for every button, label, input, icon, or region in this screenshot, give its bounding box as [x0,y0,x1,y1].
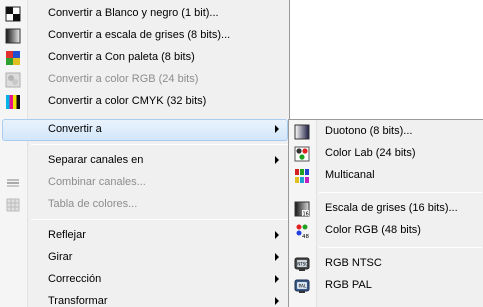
multichannel-icon [294,168,310,184]
submenu-item-rgb-pal[interactable]: PAL RGB PAL [291,275,481,297]
menu-item-palette[interactable]: Convertir a Con paleta (8 bits) [2,47,288,69]
menu-item-black-white[interactable]: Convertir a Blanco y negro (1 bit)... [2,3,288,25]
convert-to-submenu: Duotono (8 bits)... Color Lab (24 bits) [288,119,483,307]
duotone-icon [294,124,310,140]
menu-item-label: Convertir a color RGB (24 bits) [48,73,199,85]
menu-item-label: Girar [48,251,73,263]
submenu-item-label: Color RGB (48 bits) [325,224,421,236]
menu-item-label: Transformar [48,295,108,307]
submenu-arrow-icon [275,275,279,283]
submenu-item-lab-color[interactable]: Color Lab (24 bits) [291,143,481,165]
submenu-item-label: RGB NTSC [325,257,382,269]
menu-item-combine-channels[interactable]: Combinar canales... [2,172,288,194]
submenu-arrow-icon [275,156,279,164]
black-white-icon [5,6,21,22]
submenu-separator [319,247,482,248]
ntsc-icon: NTSC [294,256,310,272]
menu-item-label: Convertir a Con paleta (8 bits) [48,51,195,63]
grayscale-icon [5,28,21,44]
menu-item-label: Convertir a [48,123,102,135]
menu-item-label: Corrección [48,273,102,285]
submenu-item-rgb-ntsc[interactable]: NTSC RGB NTSC [291,253,481,275]
svg-text:16: 16 [303,212,309,218]
screen: Convertir a Blanco y negro (1 bit)... Co… [0,0,483,307]
submenu-item-grayscale-16[interactable]: 16 Escala de grises (16 bits)... [291,198,481,220]
svg-text:PAL: PAL [299,284,308,290]
submenu-item-multichannel[interactable]: Multicanal [291,165,481,187]
menu-item-split-channels[interactable]: Separar canales en [2,150,288,172]
lab-color-icon [294,146,310,162]
rgb-icon [5,72,21,88]
menu-item-label: Convertir a Blanco y negro (1 bit)... [48,7,219,19]
menu-item-mirror[interactable]: Reflejar [2,225,288,247]
submenu-arrow-icon [275,253,279,261]
menu-item-correction[interactable]: Corrección [2,269,288,291]
submenu-item-duotone[interactable]: Duotono (8 bits)... [291,121,481,143]
palette-icon [5,50,21,66]
submenu-item-label: Duotono (8 bits)... [325,125,413,137]
submenu-item-label: RGB PAL [325,279,372,291]
menu-item-color-table[interactable]: Tabla de colores... [2,194,288,216]
rgb-48-icon: 48 [294,223,310,240]
menu-separator [31,219,288,220]
menu-item-grayscale[interactable]: Convertir a escala de grises (8 bits)... [2,25,288,47]
combine-channels-icon [5,175,21,191]
submenu-arrow-icon [275,231,279,239]
menu-item-label: Tabla de colores... [48,198,138,210]
cmyk-icon [5,94,21,110]
menu-item-transform[interactable]: Transformar [2,291,288,307]
menu-item-convert-to[interactable]: Convertir a [2,119,288,141]
menu-item-label: Convertir a color CMYK (32 bits) [48,95,207,107]
menu-item-label: Combinar canales... [48,176,146,188]
menu-separator [31,144,288,145]
menu-item-rgb[interactable]: Convertir a color RGB (24 bits) [2,69,288,91]
color-table-icon [5,197,21,213]
pal-icon: PAL [294,278,310,294]
menu-item-label: Separar canales en [48,154,144,166]
menu-item-label: Reflejar [48,229,86,241]
menu-item-rotate[interactable]: Girar [2,247,288,269]
submenu-separator [319,192,482,193]
menu-item-label: Convertir a escala de grises (8 bits)... [48,29,231,41]
submenu-item-label: Multicanal [325,169,375,181]
submenu-item-label: Escala de grises (16 bits)... [325,202,458,214]
image-mode-menu: Convertir a Blanco y negro (1 bit)... Co… [0,0,290,307]
submenu-arrow-icon [275,125,279,133]
menu-item-cmyk[interactable]: Convertir a color CMYK (32 bits) [2,91,288,113]
submenu-item-rgb-48[interactable]: 48 Color RGB (48 bits) [291,220,481,242]
submenu-arrow-icon [275,297,279,305]
svg-text:NTSC: NTSC [297,262,308,267]
grayscale-16-icon: 16 [294,201,310,218]
submenu-item-label: Color Lab (24 bits) [325,147,416,159]
svg-text:48: 48 [302,234,309,239]
